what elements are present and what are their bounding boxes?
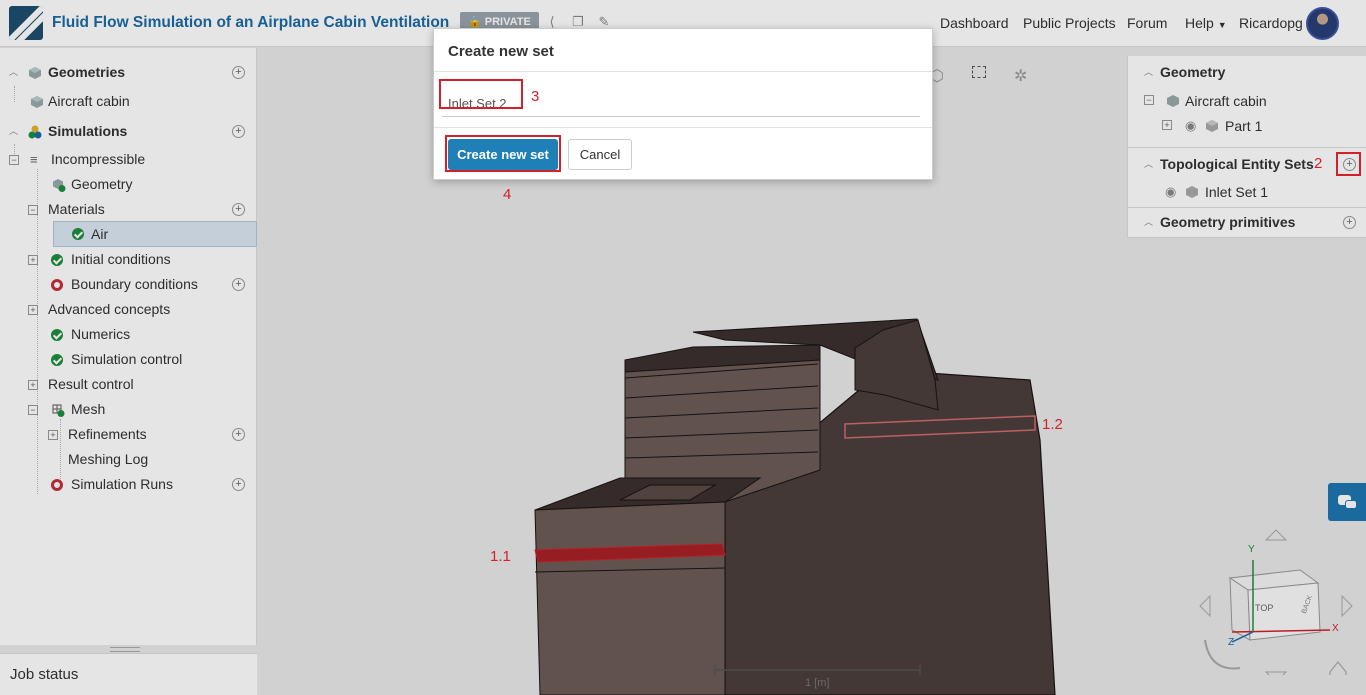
annotation-label-3: 3 (531, 88, 540, 105)
cancel-button[interactable]: Cancel (568, 139, 632, 170)
annotation-box-2 (1336, 152, 1361, 176)
annotation-label-2: 2 (1314, 155, 1323, 172)
annotation-label-4: 4 (503, 186, 512, 203)
annotation-box-3 (439, 79, 523, 109)
annotation-label-1-1: 1.1 (490, 548, 511, 565)
dialog-title: Create new set (448, 43, 554, 60)
annotation-box-4 (445, 135, 561, 172)
annotation-label-1-2: 1.2 (1042, 416, 1063, 433)
